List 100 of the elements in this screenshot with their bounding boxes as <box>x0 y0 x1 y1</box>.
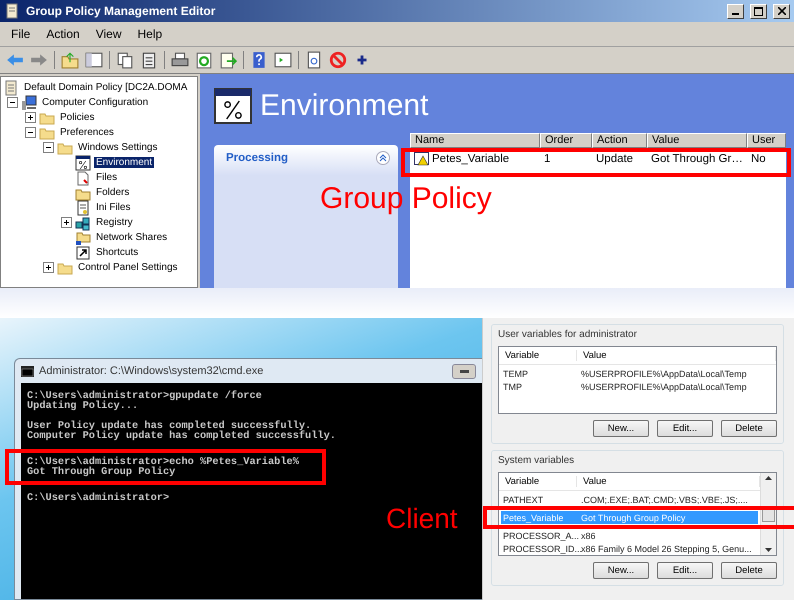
table-cell-text: Got Through Gr… <box>650 153 744 165</box>
callout-label: Group Policy <box>320 184 492 214</box>
collapse-icon[interactable] <box>25 127 36 138</box>
table-cell-text: TEMP <box>502 368 530 378</box>
table-cell-text: x86 <box>580 530 597 540</box>
percent-window-icon <box>214 88 252 124</box>
copy-icon[interactable] <box>116 51 134 69</box>
collapse-icon[interactable] <box>7 97 18 108</box>
group-title: System variables <box>498 455 576 466</box>
window-title: Administrator: C:\Windows\system32\cmd.exe <box>39 365 264 377</box>
network-folder-icon <box>75 230 91 246</box>
pane-title: Environment <box>260 89 428 123</box>
new-button[interactable]: New... <box>593 562 649 579</box>
table-cell-text: Petes_Variable <box>502 512 564 522</box>
edit-button[interactable]: Edit... <box>657 420 713 437</box>
list-row[interactable]: TMP %USERPROFILE%\AppData\Local\Temp <box>501 380 774 393</box>
tree-item[interactable]: Computer Configuration <box>40 97 150 108</box>
column-header[interactable]: Order <box>540 133 592 148</box>
tree-item[interactable]: Default Domain Policy [DC2A.DOMA <box>22 82 190 93</box>
console-line: C:\Users\administrator>gpupdate /force <box>27 391 263 401</box>
down-arrow-icon[interactable] <box>765 548 772 552</box>
scroll-icon <box>3 80 19 96</box>
menu-item[interactable]: View <box>88 25 128 43</box>
console-line: C:\Users\administrator> <box>27 493 170 503</box>
edit-button[interactable]: Edit... <box>657 562 713 579</box>
table-cell-text: %USERPROFILE%\AppData\Local\Temp <box>580 382 748 392</box>
up-arrow-icon[interactable] <box>765 476 772 480</box>
document-icon <box>75 170 91 186</box>
column-header[interactable]: User <box>747 133 786 148</box>
table-cell-text: PROCESSOR_A... <box>502 530 579 540</box>
maximize-button[interactable] <box>750 4 767 18</box>
menu-item[interactable]: File <box>4 25 38 43</box>
expand-icon[interactable] <box>61 217 72 228</box>
tree-item[interactable]: Control Panel Settings <box>76 262 180 273</box>
stop-icon[interactable] <box>329 51 347 69</box>
pane-icon[interactable] <box>274 51 292 69</box>
column-header[interactable]: Variable <box>499 350 577 361</box>
tree-item[interactable]: Policies <box>58 112 96 123</box>
console-icon <box>21 366 34 376</box>
pane-icon[interactable] <box>85 51 103 69</box>
tree-item[interactable]: Files <box>94 172 120 183</box>
tree-item[interactable]: Windows Settings <box>76 142 160 153</box>
window-title: Group Policy Management Editor <box>26 4 216 18</box>
delete-button[interactable]: Delete <box>721 420 777 437</box>
clipboard-icon[interactable] <box>140 51 158 69</box>
export-icon[interactable] <box>219 51 237 69</box>
expand-icon[interactable] <box>43 262 54 273</box>
expand-icon[interactable] <box>25 112 36 123</box>
list-row[interactable]: PATHEXT .COM;.EXE;.BAT;.CMD;.VBS;.VBE;.JS;.... <box>501 493 758 506</box>
scroll-icon <box>4 3 20 19</box>
console-line: Updating Policy... <box>27 401 138 411</box>
close-icon <box>778 7 786 15</box>
column-header[interactable]: Action <box>592 133 647 148</box>
table-cell-text: No <box>750 153 767 165</box>
column-header[interactable]: Value <box>647 133 747 148</box>
item-name: Petes_Variable <box>432 153 510 165</box>
callout-label: Client <box>386 505 458 533</box>
printer-icon[interactable] <box>171 51 189 69</box>
menu-item[interactable]: Action <box>39 25 87 43</box>
tree-item[interactable]: Ini Files <box>94 202 132 213</box>
tree-item[interactable]: Folders <box>94 187 132 198</box>
table-cell-text: TMP <box>502 382 523 392</box>
computer-icon <box>21 94 37 110</box>
refresh-icon[interactable] <box>195 51 213 69</box>
panel-heading: Processing <box>226 152 288 164</box>
tree-item[interactable]: Preferences <box>58 127 116 138</box>
tree-item[interactable]: Shortcuts <box>94 247 140 258</box>
list-row[interactable]: PROCESSOR_ID...x86 Family 6 Model 26 Stepping 5, Genu... <box>501 542 758 555</box>
properties-icon[interactable] <box>305 51 323 69</box>
collapse-icon[interactable] <box>43 142 54 153</box>
menu-item[interactable]: Help <box>130 25 170 43</box>
variable-warning-icon <box>414 152 430 166</box>
column-header[interactable]: Variable <box>499 476 577 487</box>
tree-item[interactable]: Registry <box>94 217 135 228</box>
minimize-button[interactable] <box>452 364 476 378</box>
minimize-icon <box>460 370 468 372</box>
delete-button[interactable]: Delete <box>721 562 777 579</box>
table-cell-text: Update <box>595 153 634 165</box>
console-line: Got Through Group Policy <box>27 467 176 477</box>
scrollbar[interactable] <box>760 473 776 555</box>
console-line: User Policy update has completed successfully. <box>27 421 312 431</box>
table-cell-text: Got Through Group Policy <box>580 512 686 522</box>
console-line: C:\Users\administrator>echo %Petes_Variable% <box>27 457 300 467</box>
table-cell-text: x86 Family 6 Model 26 Stepping 5, Genu... <box>581 544 753 554</box>
tree-item[interactable]: Environment <box>94 157 154 168</box>
tree-item[interactable]: Network Shares <box>94 232 170 243</box>
new-button[interactable]: New... <box>593 420 649 437</box>
column-header[interactable]: Value <box>577 350 776 361</box>
table-cell-text: %USERPROFILE%\AppData\Local\Temp <box>580 368 748 378</box>
group-title: User variables for administrator <box>498 329 638 340</box>
folder-up-icon[interactable] <box>61 51 79 69</box>
list-item[interactable]: Petes_Variable <box>414 152 510 166</box>
list-row[interactable]: TEMP %USERPROFILE%\AppData\Local\Temp <box>501 367 774 380</box>
column-header[interactable]: Name <box>410 133 540 148</box>
collapse-chevron-icon[interactable] <box>376 151 390 165</box>
list-row[interactable]: PROCESSOR_A... x86 <box>501 529 758 542</box>
table-cell-text: .COM;.EXE;.BAT;.CMD;.VBS;.VBE;.JS;.... <box>580 494 749 504</box>
percent-window-icon <box>75 154 91 170</box>
close-button[interactable] <box>773 4 790 18</box>
table-cell-text: 1 <box>543 153 552 165</box>
